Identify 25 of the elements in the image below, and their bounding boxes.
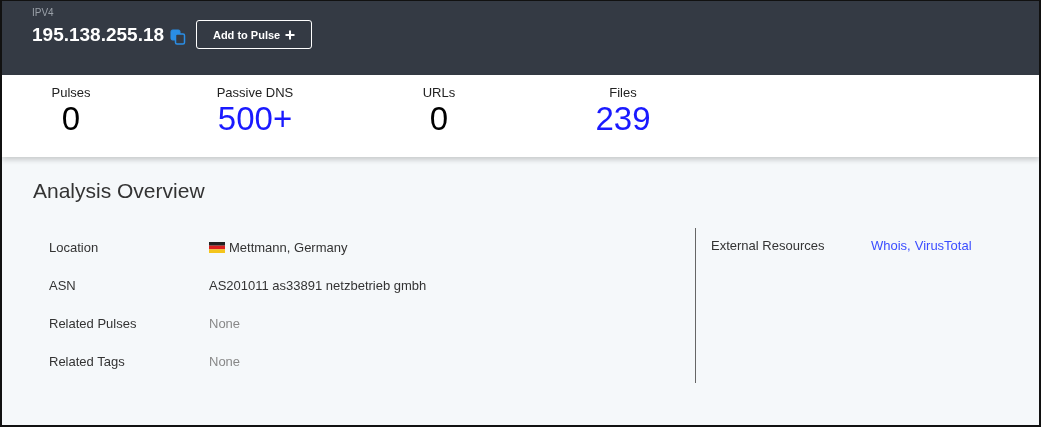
detail-value: None (209, 315, 241, 331)
detail-label: Related Tags (49, 353, 126, 369)
ip-address: 195.138.255.18 (32, 23, 165, 46)
resource-link[interactable]: Whois, (871, 238, 911, 253)
detail-label: Location (49, 239, 100, 255)
plus-icon (285, 29, 296, 40)
stat-value: 0 (429, 100, 449, 138)
stat-label: Files (609, 85, 637, 100)
stat-link[interactable]: 239 (595, 100, 651, 138)
detail-label: Related Pulses (49, 315, 138, 331)
section-title: Analysis Overview (33, 179, 206, 203)
detail-value: Mettmann, Germany (229, 239, 348, 255)
copy-icon[interactable] (170, 28, 187, 45)
type-label: IPV4 (32, 7, 55, 18)
stat-label: URLs (422, 85, 456, 100)
stat-value: 0 (61, 100, 81, 138)
resource-link[interactable]: VirusTotal (914, 238, 972, 253)
detail-label: ASN (49, 277, 77, 293)
detail-value: AS201011 as33891 netzbetrieb gmbh (209, 277, 427, 293)
detail-value: None (209, 353, 241, 369)
stat-label: Pulses (51, 85, 91, 100)
add-to-pulse-button[interactable]: Add to Pulse (196, 20, 313, 49)
stat-link[interactable]: 500+ (217, 100, 293, 138)
detail-label: External Resources (711, 238, 826, 253)
stat-label: Passive DNS (216, 85, 294, 100)
